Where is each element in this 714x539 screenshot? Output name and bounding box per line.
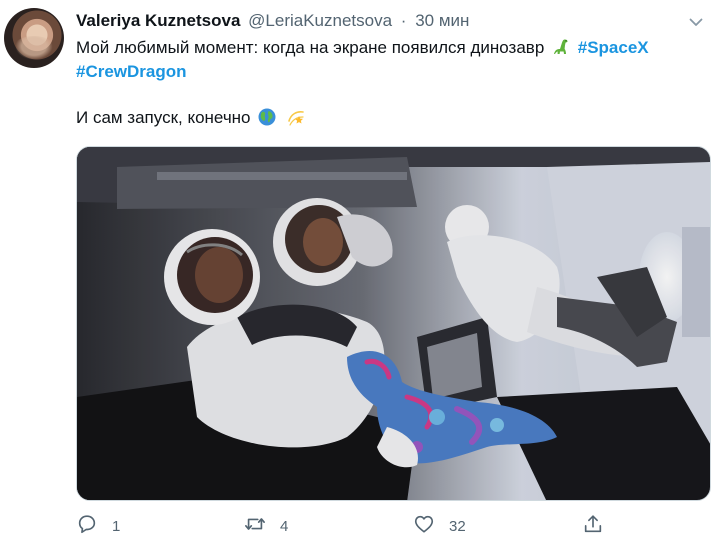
tweet-actions: 1 4 32 bbox=[76, 514, 636, 538]
share-icon bbox=[582, 513, 604, 539]
dinosaur-emoji bbox=[551, 37, 571, 57]
tweet-header: Valeriya Kuznetsova @LeriaKuznetsova · 3… bbox=[76, 10, 469, 32]
tweet-text-part2: И сам запуск, конечно bbox=[76, 108, 251, 127]
tweet-timestamp[interactable]: 30 мин bbox=[415, 11, 469, 30]
retweet-icon bbox=[244, 513, 266, 539]
retweet-count: 4 bbox=[280, 517, 289, 535]
tweet-video-thumbnail[interactable] bbox=[76, 146, 711, 501]
dizzy-star-emoji bbox=[286, 107, 306, 127]
share-button[interactable] bbox=[582, 514, 604, 538]
tweet-text: Мой любимый момент: когда на экране появ… bbox=[76, 36, 704, 130]
author-avatar[interactable] bbox=[4, 8, 64, 68]
reply-icon bbox=[76, 513, 98, 539]
author-handle[interactable]: @LeriaKuznetsova bbox=[248, 11, 392, 30]
tweet-text-part1: Мой любимый момент: когда на экране появ… bbox=[76, 38, 545, 57]
hashtag-spacex[interactable]: #SpaceX bbox=[578, 38, 649, 57]
retweet-button[interactable]: 4 bbox=[244, 514, 288, 538]
globe-emoji bbox=[257, 107, 277, 127]
author-name[interactable]: Valeriya Kuznetsova bbox=[76, 11, 240, 30]
astronauts-cabin-image bbox=[77, 147, 710, 500]
heart-icon bbox=[413, 513, 435, 539]
hashtag-crewdragon[interactable]: #CrewDragon bbox=[76, 62, 187, 81]
header-separator: · bbox=[400, 11, 407, 30]
like-count: 32 bbox=[449, 517, 466, 535]
reply-button[interactable]: 1 bbox=[76, 514, 120, 538]
like-button[interactable]: 32 bbox=[413, 514, 466, 538]
reply-count: 1 bbox=[112, 517, 121, 535]
chevron-down-icon[interactable] bbox=[688, 14, 704, 30]
